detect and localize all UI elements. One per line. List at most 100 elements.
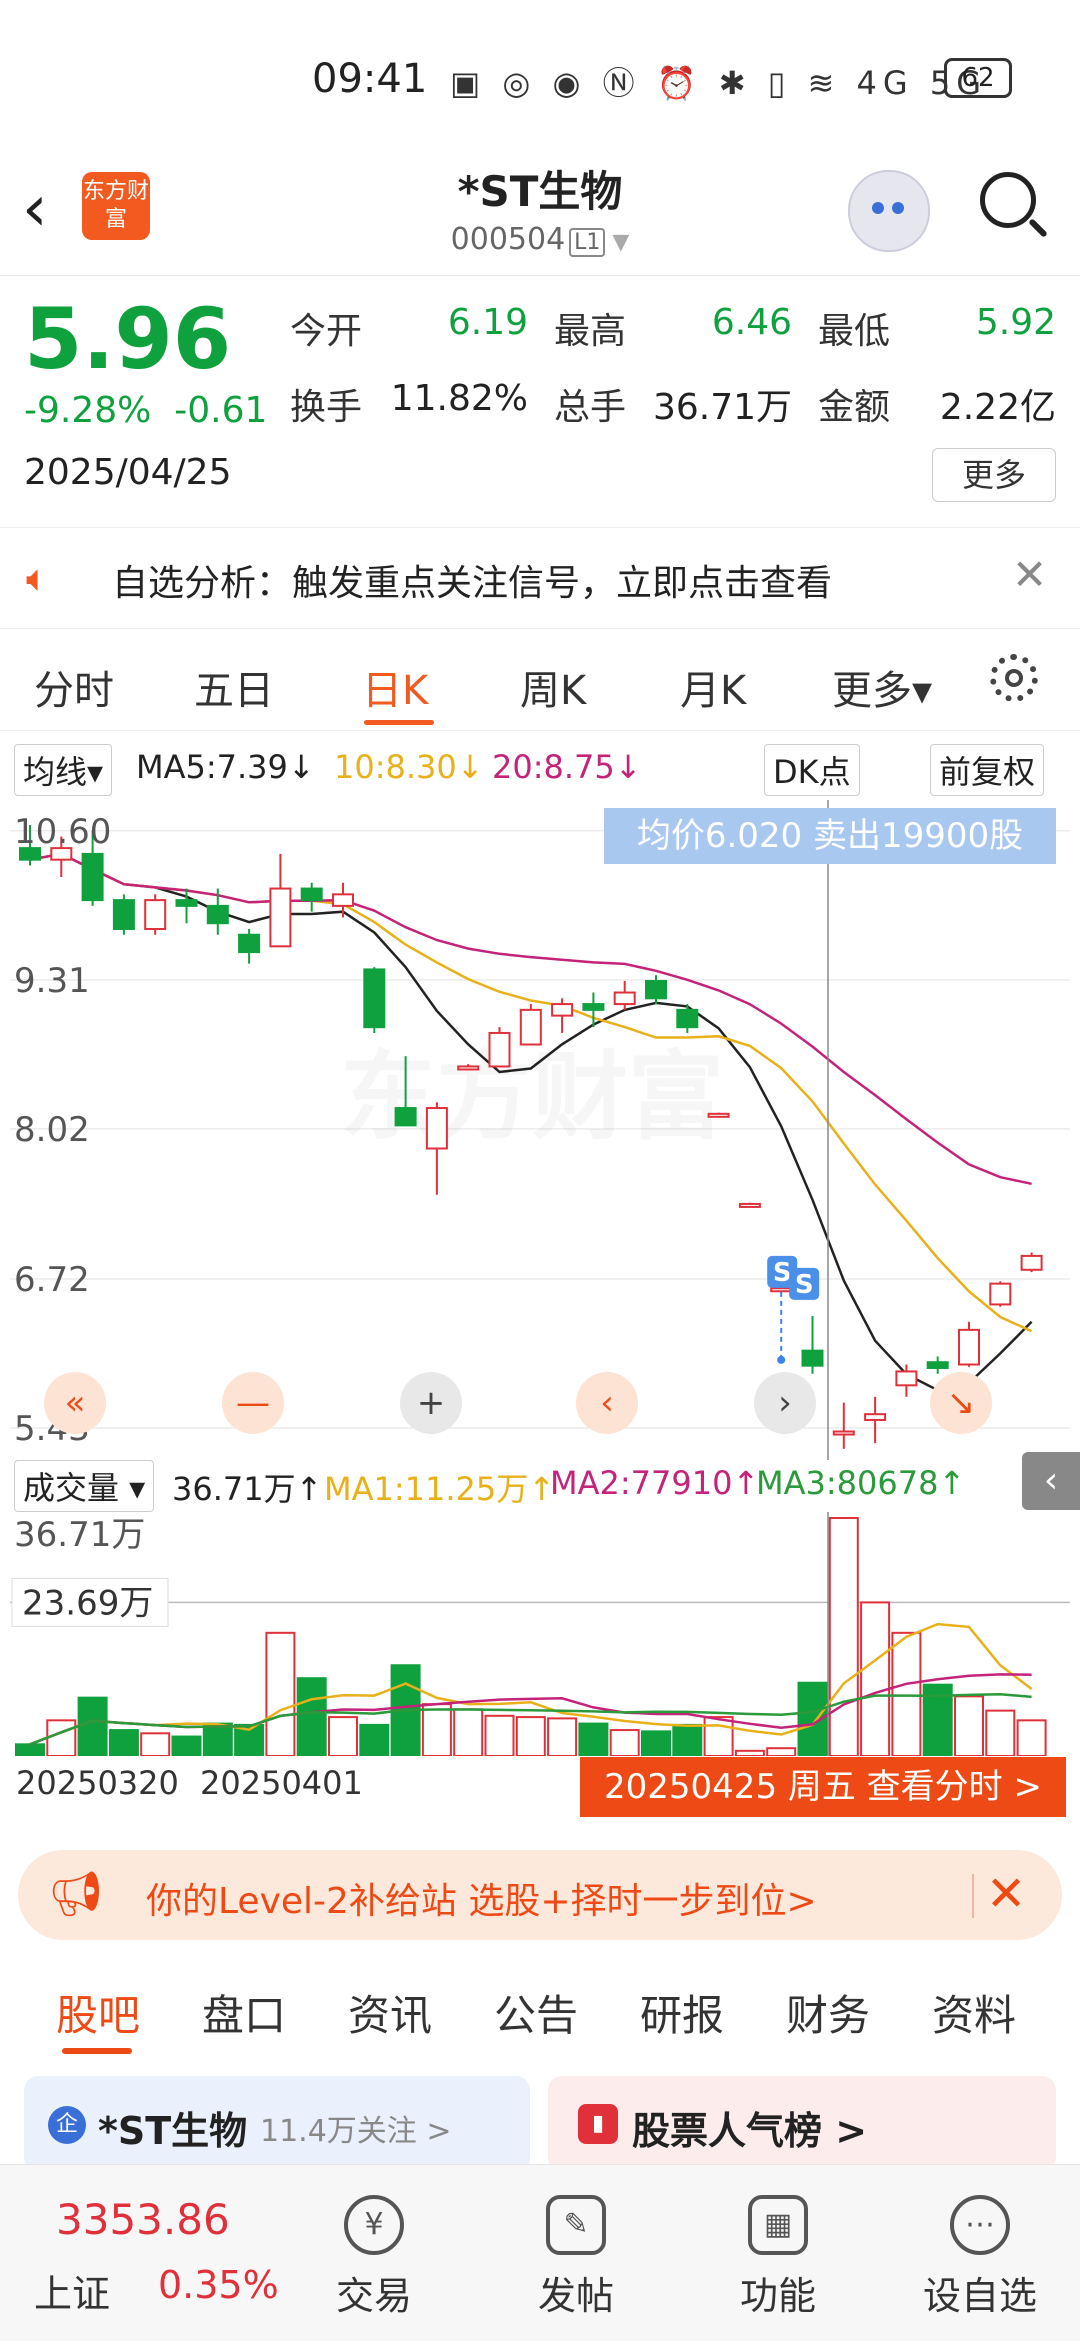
zoom-in-icon[interactable]: + bbox=[400, 1372, 462, 1434]
indicator-select[interactable]: 均线▾ bbox=[14, 744, 113, 796]
price-tick-label: 6.72 bbox=[14, 1260, 90, 1300]
tab-monthly-k[interactable]: 月K bbox=[680, 658, 746, 716]
volume-ticks: 36.71万 23.69万 bbox=[11, 1515, 169, 1627]
ma10-label: 10:8.30↓ bbox=[334, 748, 484, 786]
tab-profile[interactable]: 资料 bbox=[932, 1982, 1016, 2043]
amount-label: 金额 bbox=[818, 387, 891, 428]
tab-news[interactable]: 资讯 bbox=[348, 1982, 432, 2043]
candle bbox=[770, 1287, 793, 1293]
volume-bar bbox=[860, 1601, 891, 1756]
volume-value: 36.71万 bbox=[652, 387, 792, 428]
ma20-label: 20:8.75↓ bbox=[492, 748, 642, 786]
volume-bar bbox=[672, 1723, 703, 1756]
analysis-banner[interactable]: 🔈︎ 自选分析：触发重点关注信号，立即点击查看 ✕ bbox=[0, 527, 1080, 629]
volume-bar bbox=[734, 1749, 765, 1756]
search-icon[interactable] bbox=[980, 172, 1036, 228]
low-label: 最低 bbox=[818, 311, 891, 352]
volume-bar bbox=[578, 1722, 609, 1756]
stock-code-line[interactable]: 000504 L1 ▼ bbox=[340, 222, 740, 257]
collapse-icon[interactable]: ‹ bbox=[1022, 1452, 1080, 1510]
price-tick-label: 8.02 bbox=[14, 1110, 90, 1150]
candle bbox=[864, 1413, 887, 1421]
close-icon[interactable]: ✕ bbox=[986, 1866, 1026, 1922]
nav-add-watchlist[interactable]: ⋯ 设自选 bbox=[910, 2195, 1050, 2320]
next-icon[interactable]: › bbox=[754, 1372, 816, 1434]
tab-five-day[interactable]: 五日 bbox=[194, 658, 274, 716]
candle bbox=[300, 887, 323, 902]
volume-chart[interactable]: 36.71万 23.69万 bbox=[0, 1512, 1080, 1756]
volume-bar bbox=[328, 1716, 358, 1756]
tab-guba[interactable]: 股吧 bbox=[56, 1982, 140, 2043]
candle bbox=[175, 899, 198, 907]
candle bbox=[707, 1112, 730, 1118]
tab-pankou[interactable]: 盘口 bbox=[202, 1982, 286, 2043]
nav-trade[interactable]: ¥ 交易 bbox=[304, 2195, 444, 2320]
nav-post[interactable]: ✎ 发帖 bbox=[506, 2195, 646, 2320]
tab-announcements[interactable]: 公告 bbox=[494, 1982, 578, 2043]
candle bbox=[457, 1065, 480, 1071]
candle bbox=[144, 899, 167, 930]
tab-finance[interactable]: 财务 bbox=[786, 1982, 870, 2043]
close-icon[interactable]: ✕ bbox=[1012, 550, 1047, 599]
level2-banner[interactable]: 📢︎ 你的Level-2补给站 选股+择时一步到位> ✕ bbox=[18, 1850, 1062, 1940]
volume-select[interactable]: 成交量 ▾ bbox=[14, 1460, 155, 1512]
candle bbox=[425, 1107, 448, 1150]
more-quote-button[interactable]: 更多 bbox=[932, 448, 1056, 502]
volume-bar bbox=[171, 1735, 202, 1756]
back-icon[interactable]: ‹ bbox=[22, 172, 48, 246]
high-label: 最高 bbox=[554, 311, 627, 352]
sell-badge-label: S bbox=[773, 1258, 792, 1288]
date-axis-start: 20250320 bbox=[16, 1764, 179, 1802]
volume-bar bbox=[77, 1696, 108, 1756]
volume-bar bbox=[421, 1703, 452, 1756]
volume-bar bbox=[515, 1716, 546, 1756]
tab-daily-k[interactable]: 日K bbox=[362, 658, 428, 716]
assistant-robot-icon[interactable] bbox=[848, 170, 930, 252]
amount-value: 2.22亿 bbox=[939, 387, 1056, 428]
candle bbox=[488, 1031, 511, 1068]
candle bbox=[81, 852, 104, 902]
adjust-button[interactable]: 前复权 bbox=[930, 744, 1045, 796]
quote-date: 2025/04/25 bbox=[24, 452, 232, 493]
level-badge: L1 bbox=[569, 228, 606, 257]
volume-bar bbox=[46, 1719, 77, 1756]
index-name[interactable]: 上证 bbox=[34, 2263, 110, 2318]
volume-ref-tick: 23.69万 bbox=[22, 1583, 153, 1623]
forum-stock-name: *ST生物 bbox=[98, 2109, 248, 2153]
reset-icon[interactable]: ↘ bbox=[930, 1372, 992, 1434]
scroll-start-icon[interactable]: « bbox=[44, 1372, 106, 1434]
open-value: 6.19 bbox=[447, 302, 528, 343]
popularity-card[interactable]: ▮ 股票人气榜 > bbox=[548, 2076, 1056, 2172]
kline-chart[interactable]: 东方财富 10.609.318.026.725.43 SS bbox=[0, 800, 1080, 1460]
active-tab-indicator bbox=[62, 2048, 132, 2054]
index-value[interactable]: 3353.86 bbox=[56, 2195, 230, 2244]
candle bbox=[519, 1008, 542, 1046]
status-time: 09:41 bbox=[312, 56, 428, 102]
dk-point-button[interactable]: DK点 bbox=[764, 744, 860, 796]
volume-bar bbox=[766, 1747, 797, 1756]
popularity-label: 股票人气榜 > bbox=[632, 2109, 868, 2153]
candle bbox=[582, 1003, 605, 1011]
gear-icon[interactable] bbox=[990, 654, 1038, 702]
candle bbox=[394, 1107, 417, 1127]
view-timeshare-button[interactable]: 20250425 周五 查看分时 > bbox=[580, 1757, 1066, 1817]
tab-research[interactable]: 研报 bbox=[640, 1982, 724, 2043]
candle bbox=[895, 1370, 918, 1387]
tab-more[interactable]: 更多▾ bbox=[832, 658, 932, 716]
zoom-out-icon[interactable]: — bbox=[222, 1372, 284, 1434]
prev-icon[interactable]: ‹ bbox=[576, 1372, 638, 1434]
tab-timeshare[interactable]: 分时 bbox=[34, 658, 114, 716]
vol-ma1: MA1:11.25万↑ bbox=[324, 1470, 556, 1508]
robot-eye bbox=[892, 202, 904, 214]
app-logo: 东方财富 bbox=[82, 172, 150, 240]
nav-functions[interactable]: ▦ 功能 bbox=[708, 2195, 848, 2320]
volume-bar bbox=[108, 1729, 139, 1756]
price-ticks: 10.609.318.026.725.43 bbox=[14, 812, 111, 1449]
stock-forum-card[interactable]: 企 *ST生物 11.4万关注 > bbox=[24, 2076, 530, 2172]
active-tab-indicator bbox=[364, 720, 434, 725]
volume-max-tick: 36.71万 bbox=[14, 1515, 145, 1555]
tab-weekly-k[interactable]: 周K bbox=[520, 658, 586, 716]
index-pct[interactable]: 0.35% bbox=[158, 2263, 279, 2307]
edit-icon: ✎ bbox=[546, 2195, 606, 2255]
vol-ma3: MA3:80678↑ bbox=[756, 1464, 966, 1502]
